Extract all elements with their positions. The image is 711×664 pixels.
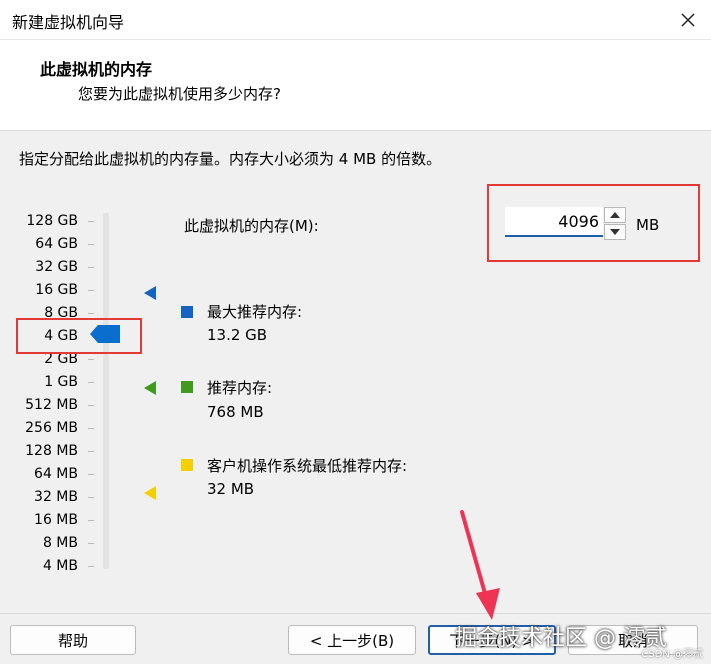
scale-label-8mb: 8 MB <box>42 535 78 551</box>
scale-tick <box>88 382 94 383</box>
scale-label-32mb: 32 MB <box>34 489 78 505</box>
max-recommended-title: 最大推荐内存: <box>207 303 303 321</box>
scale-label-1gb: 1 GB <box>44 374 78 390</box>
recommended-value: 768 MB <box>207 403 264 421</box>
minimum-recommended-swatch <box>181 459 193 471</box>
minimum-recommended-title: 客户机操作系统最低推荐内存: <box>207 457 408 475</box>
scale-tick <box>88 566 94 567</box>
recommended-marker-icon <box>144 381 156 395</box>
page-title: 此虚拟机的内存 <box>40 60 153 79</box>
annotation-highlight-4gb <box>16 318 142 354</box>
scale-tick <box>88 221 94 222</box>
back-button[interactable]: < 上一步(B) <box>288 625 416 655</box>
recommended-title: 推荐内存: <box>207 379 273 397</box>
close-icon <box>681 12 695 27</box>
scale-label-64mb: 64 MB <box>34 466 78 482</box>
main-panel: 指定分配给此虚拟机的内存量。内存大小必须为 4 MB 的倍数。 128 GB 6… <box>0 131 711 613</box>
scale-label-16mb: 16 MB <box>34 512 78 528</box>
help-button[interactable]: 帮助 <box>10 625 136 655</box>
page-subtitle: 您要为此虚拟机使用多少内存? <box>78 85 281 103</box>
memory-slider-track[interactable] <box>103 213 109 569</box>
scale-tick <box>88 313 94 314</box>
recommended-swatch <box>181 381 193 393</box>
scale-tick <box>88 267 94 268</box>
minimum-recommended-value: 32 MB <box>207 480 255 498</box>
scale-label-512mb: 512 MB <box>25 397 78 413</box>
scale-tick <box>88 520 94 521</box>
scale-tick <box>88 359 94 360</box>
scale-label-4mb: 4 MB <box>42 558 78 574</box>
minimum-marker-icon <box>144 486 156 500</box>
annotation-highlight-memory-input <box>487 184 700 262</box>
scale-tick <box>88 405 94 406</box>
title-bar: 新建虚拟机向导 <box>0 0 711 40</box>
scale-tick <box>88 474 94 475</box>
scale-label-64gb: 64 GB <box>35 236 78 252</box>
window-title: 新建虚拟机向导 <box>12 13 125 32</box>
scale-tick <box>88 290 94 291</box>
scale-tick <box>88 543 94 544</box>
scale-tick <box>88 428 94 429</box>
watermark-text: 掘金技术社区 @ 澪贰 <box>455 626 667 651</box>
scale-label-16gb: 16 GB <box>35 282 78 298</box>
scale-label-32gb: 32 GB <box>35 259 78 275</box>
wizard-footer: 帮助 < 上一步(B) 下一步(N) > 取消 掘金技术社区 @ 澪贰 CSDN… <box>0 613 711 664</box>
max-recommended-swatch <box>181 306 193 318</box>
close-button[interactable] <box>665 0 711 39</box>
scale-label-256mb: 256 MB <box>25 420 78 436</box>
max-recommended-marker-icon <box>144 286 156 300</box>
scale-tick <box>88 497 94 498</box>
watermark-small-text: CSDN @澪贰 <box>641 649 703 660</box>
instruction-text: 指定分配给此虚拟机的内存量。内存大小必须为 4 MB 的倍数。 <box>19 150 442 168</box>
wizard-header: 此虚拟机的内存 您要为此虚拟机使用多少内存? <box>0 40 711 130</box>
scale-tick <box>88 451 94 452</box>
max-recommended-value: 13.2 GB <box>207 326 268 344</box>
memory-field-label: 此虚拟机的内存(M): <box>184 217 319 235</box>
scale-label-128mb: 128 MB <box>25 443 78 459</box>
scale-label-128gb: 128 GB <box>26 213 78 229</box>
scale-tick <box>88 244 94 245</box>
